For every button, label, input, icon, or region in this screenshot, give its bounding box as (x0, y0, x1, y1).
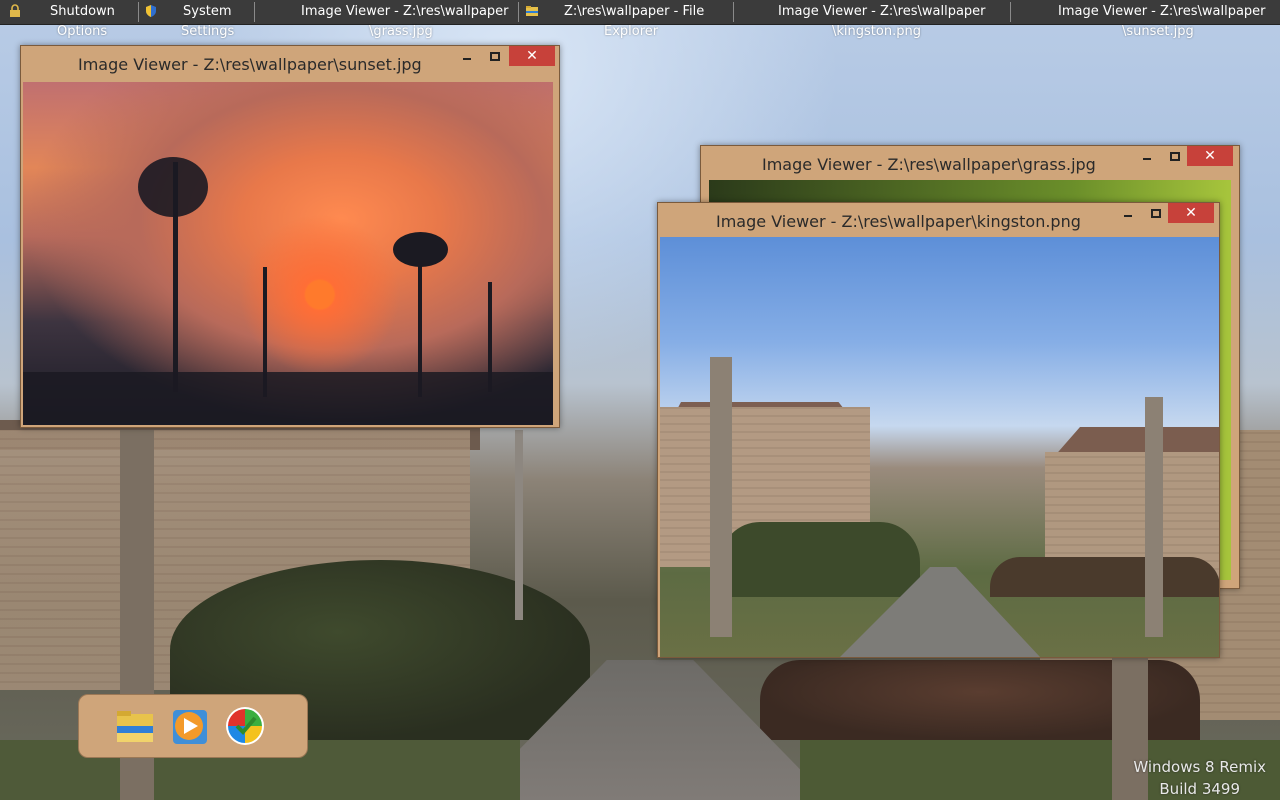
taskbar-item-sublabel: Explorer (604, 24, 659, 39)
taskbar-item-sublabel: \grass.jpg (369, 24, 433, 39)
file-explorer-icon[interactable] (113, 704, 157, 748)
close-button[interactable]: ✕ (1187, 146, 1233, 166)
os-watermark-build: Build 3499 (1159, 780, 1240, 798)
folder-icon (526, 6, 538, 16)
window-title: Image Viewer - Z:\res\wallpaper\kingston… (716, 212, 1081, 231)
shield-icon (146, 5, 156, 17)
image-hedge (720, 522, 920, 597)
image-canvas (660, 237, 1219, 657)
taskbar-item-label: Image Viewer - Z:\res\wallpaper (1058, 4, 1266, 19)
taskbar-item-label: Image Viewer - Z:\res\wallpaper (778, 4, 986, 19)
wallpaper-tree-trunk (1112, 650, 1148, 800)
window-titlebar[interactable]: Image Viewer - Z:\res\wallpaper\sunset.j… (21, 46, 559, 80)
minimize-button[interactable] (1116, 203, 1140, 223)
window-title: Image Viewer - Z:\res\wallpaper\sunset.j… (78, 55, 422, 74)
lock-icon (10, 4, 20, 17)
media-player-icon[interactable] (167, 704, 211, 748)
taskbar: Shutdown System Image Viewer - Z:\res\wa… (0, 0, 1280, 25)
windows-logo-icon[interactable] (223, 704, 267, 748)
taskbar-item-sublabel: \kingston.png (832, 24, 921, 39)
taskbar-item-label: Shutdown (50, 4, 115, 19)
window-title: Image Viewer - Z:\res\wallpaper\grass.jp… (762, 155, 1096, 174)
wallpaper-lamp-post (515, 430, 523, 620)
close-button[interactable]: ✕ (1168, 203, 1214, 223)
sunset-image (23, 82, 553, 425)
os-watermark-name: Windows 8 Remix (1133, 758, 1266, 776)
image-tree-trunk (710, 357, 732, 637)
image-hedge (990, 557, 1219, 597)
image-tree-canopy (393, 232, 448, 267)
image-ground (23, 372, 553, 422)
image-canvas (23, 82, 553, 425)
taskbar-item-sublabel: Options (57, 24, 108, 39)
minimize-button[interactable] (1135, 146, 1159, 166)
taskbar-separator (518, 2, 519, 22)
window-titlebar[interactable]: Image Viewer - Z:\res\wallpaper\grass.jp… (701, 146, 1239, 180)
taskbar-item-sublabel: \sunset.jpg (1122, 24, 1194, 39)
image-tree-trunk (1145, 397, 1163, 637)
quick-launch-dock (78, 694, 308, 758)
taskbar-item-label: System (183, 4, 232, 19)
taskbar-separator (733, 2, 734, 22)
taskbar-separator (254, 2, 255, 22)
taskbar-separator (138, 2, 139, 22)
taskbar-item-label: Z:\res\wallpaper - File (564, 4, 705, 19)
close-button[interactable]: ✕ (509, 46, 555, 66)
minimize-button[interactable] (455, 46, 479, 66)
kingston-image (660, 237, 1219, 657)
image-tree-canopy (138, 157, 208, 217)
taskbar-separator (1010, 2, 1011, 22)
maximize-button[interactable] (483, 46, 507, 66)
maximize-button[interactable] (1144, 203, 1168, 223)
window-titlebar[interactable]: Image Viewer - Z:\res\wallpaper\kingston… (658, 203, 1219, 237)
taskbar-item-sublabel: Settings (181, 24, 235, 39)
maximize-button[interactable] (1163, 146, 1187, 166)
taskbar-item-label: Image Viewer - Z:\res\wallpaper (301, 4, 509, 19)
kingston-viewer-window[interactable]: Image Viewer - Z:\res\wallpaper\kingston… (657, 202, 1220, 658)
sunset-viewer-window[interactable]: Image Viewer - Z:\res\wallpaper\sunset.j… (20, 45, 560, 428)
